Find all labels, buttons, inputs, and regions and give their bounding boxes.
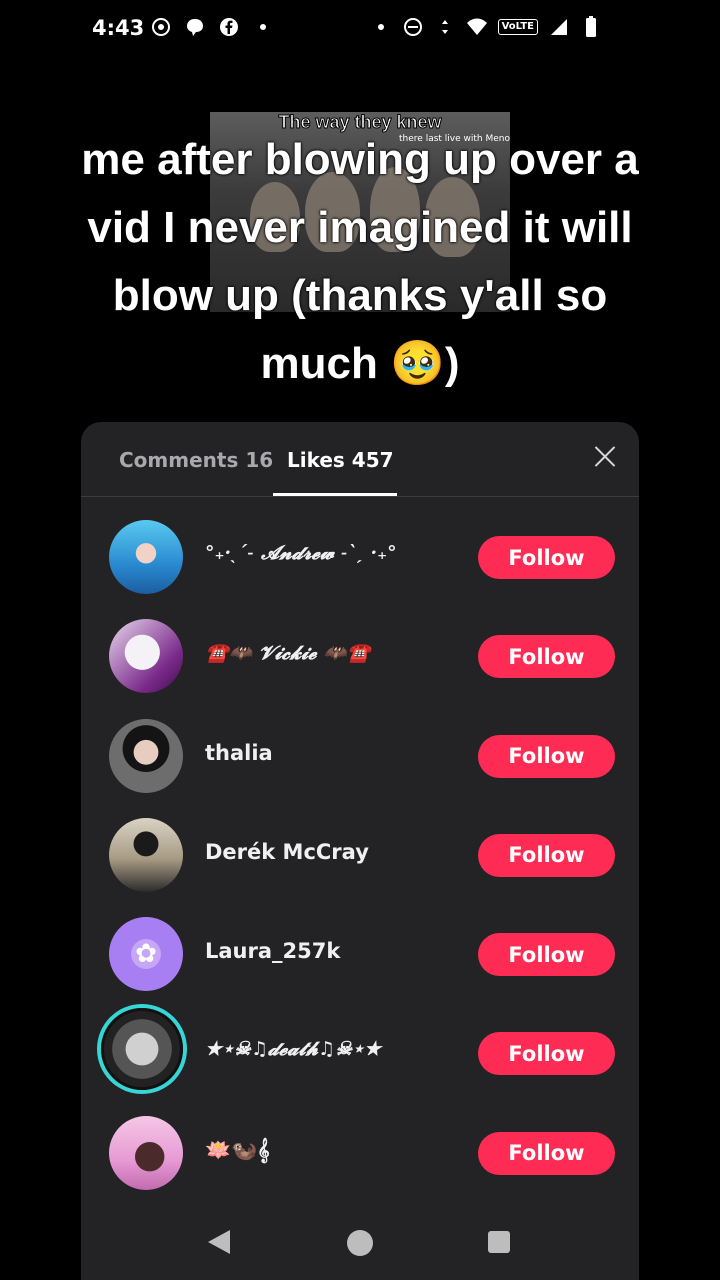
chat-icon [184, 16, 206, 38]
avatar[interactable] [109, 817, 183, 892]
avatar[interactable] [109, 520, 183, 594]
tab-comments[interactable]: Comments 16 [119, 448, 273, 472]
wifi-icon [466, 16, 488, 38]
list-item: ☎️🦇 𝓥𝓲𝓬𝓴𝓲𝓮 🦇☎️ Follow [81, 619, 639, 718]
battery-icon [580, 16, 602, 38]
likes-sheet: Comments 16 Likes 457 °₊·ˎˊ˗ 𝓐𝓷𝓭𝓻𝓮𝔀 ˗ˋˏ … [81, 422, 639, 1280]
username[interactable]: °₊·ˎˊ˗ 𝓐𝓷𝓭𝓻𝓮𝔀 ˗ˋˏ ·₊° [205, 542, 397, 565]
follow-button[interactable]: Follow [478, 536, 615, 579]
username[interactable]: Laura_257k [205, 939, 340, 963]
list-item: thalia Follow [81, 718, 639, 818]
clock: 4:43 [92, 16, 145, 40]
caption-line: much 🥹) [260, 339, 460, 388]
active-tab-indicator [273, 493, 397, 496]
dot-icon [252, 16, 274, 38]
sheet-tabs: Comments 16 Likes 457 [81, 422, 639, 497]
caption-line: vid I never imagined it will [87, 203, 633, 252]
follow-button[interactable]: Follow [478, 1131, 615, 1175]
username[interactable]: ☎️🦇 𝓥𝓲𝓬𝓴𝓲𝓮 🦇☎️ [205, 641, 370, 664]
list-item: Derék McCray Follow [81, 817, 639, 917]
sim-icon [150, 16, 172, 38]
avatar[interactable] [101, 1008, 183, 1091]
follow-button[interactable]: Follow [478, 933, 615, 977]
facebook-icon [218, 16, 240, 38]
caption-line: blow up (thanks y'all so [112, 271, 608, 320]
home-icon[interactable] [347, 1230, 373, 1256]
follow-button[interactable]: Follow [478, 635, 615, 679]
dot-icon [370, 16, 392, 38]
caption-line: me after blowing up over a [81, 135, 639, 184]
likes-list: °₊·ˎˊ˗ 𝓐𝓷𝓭𝓻𝓮𝔀 ˗ˋˏ ·₊° Follow ☎️🦇 𝓥𝓲𝓬𝓴𝓲𝓮 … [81, 520, 639, 1215]
avatar[interactable] [109, 1115, 183, 1190]
username[interactable]: thalia [205, 741, 273, 765]
close-icon[interactable] [593, 444, 617, 468]
username[interactable]: Derék McCray [205, 840, 369, 864]
avatar[interactable]: ✿ [109, 917, 183, 992]
follow-button[interactable]: Follow [478, 833, 615, 877]
follow-button[interactable]: Follow [478, 1032, 615, 1076]
back-icon[interactable] [208, 1230, 230, 1254]
follow-button[interactable]: Follow [478, 734, 615, 778]
navigation-bar [81, 1200, 639, 1280]
dnd-icon [402, 16, 424, 38]
username[interactable]: 🪷🦦𝄞 [205, 1138, 270, 1163]
list-item: °₊·ˎˊ˗ 𝓐𝓷𝓭𝓻𝓮𝔀 ˗ˋˏ ·₊° Follow [81, 520, 639, 619]
volte-label: VoLTE [497, 19, 538, 35]
video-caption: me after blowing up over a vid I never i… [40, 126, 680, 398]
recents-icon[interactable] [488, 1231, 510, 1253]
status-bar: 4:43 VoLTE [0, 0, 720, 58]
username[interactable]: ★⋆☠︎♫𝓭𝓮𝓪𝓽𝓱♫☠︎⋆★ [205, 1038, 381, 1060]
avatar[interactable] [109, 718, 183, 793]
tab-likes[interactable]: Likes 457 [287, 448, 394, 472]
signal-icon [548, 16, 570, 38]
list-item: ✿ Laura_257k Follow [81, 917, 639, 1016]
avatar[interactable] [109, 619, 183, 694]
list-item: ★⋆☠︎♫𝓭𝓮𝓪𝓽𝓱♫☠︎⋆★ Follow [81, 1008, 639, 1115]
flower-icon: ✿ [135, 939, 157, 970]
data-arrows-icon [434, 16, 456, 38]
